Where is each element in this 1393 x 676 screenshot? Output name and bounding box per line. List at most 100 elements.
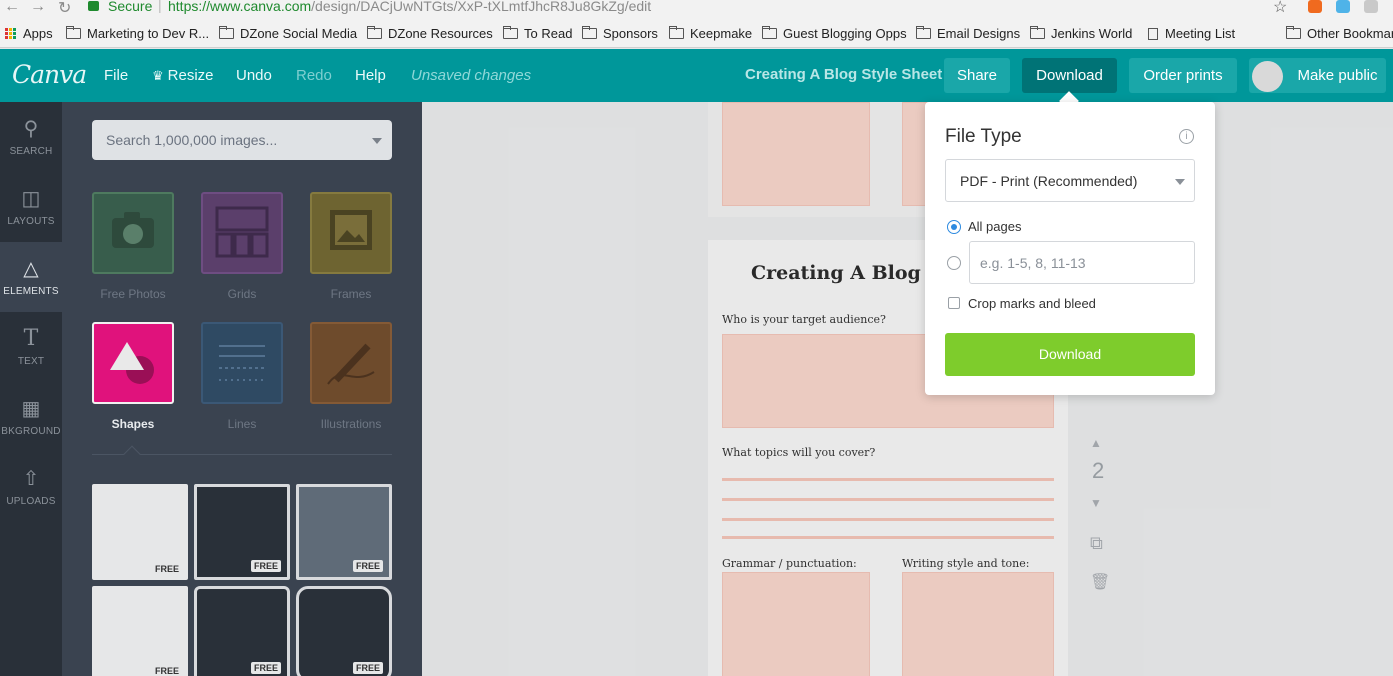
bookmark-page[interactable]: Meeting List <box>1148 26 1235 41</box>
answer-line[interactable] <box>722 478 1054 481</box>
download-button[interactable]: Download <box>1022 58 1117 93</box>
bookmark-folder[interactable]: Guest Blogging Opps <box>762 26 907 41</box>
help-menu[interactable]: Help <box>355 67 386 84</box>
text-box-placeholder[interactable] <box>722 102 870 206</box>
shapes-icon: △ <box>23 258 39 280</box>
bookmarks-bar: Apps Marketing to Dev R... DZone Social … <box>0 18 1393 48</box>
share-button[interactable]: Share <box>944 58 1010 93</box>
question-label[interactable]: Who is your target audience? <box>722 313 886 326</box>
rail-background[interactable]: ▦ BKGROUND <box>0 382 62 452</box>
chevron-down-icon[interactable] <box>372 138 382 144</box>
shape-tile[interactable]: FREE <box>194 586 290 676</box>
extension-icon[interactable] <box>1364 0 1378 13</box>
file-type-value: PDF - Print (Recommended) <box>960 173 1138 189</box>
avatar[interactable] <box>1252 61 1283 92</box>
free-badge: FREE <box>352 662 383 674</box>
category-free-photos[interactable] <box>92 192 174 274</box>
page-range-input[interactable] <box>969 241 1195 284</box>
save-status: Unsaved changes <box>411 67 532 84</box>
rail-elements[interactable]: △ ELEMENTS <box>0 242 62 312</box>
undo-button[interactable]: Undo <box>236 67 272 84</box>
bookmark-star-icon[interactable]: ☆ <box>1273 0 1287 17</box>
bookmark-apps[interactable]: Apps <box>5 26 53 41</box>
answer-box[interactable] <box>722 572 870 676</box>
answer-box[interactable] <box>902 572 1054 676</box>
bookmark-folder[interactable]: Email Designs <box>916 26 1020 41</box>
address-field[interactable]: https://www.canva.com/design/DACjUwNTGts… <box>168 0 651 14</box>
rail-search[interactable]: ⚲ SEARCH <box>0 102 62 172</box>
download-popover: File Type i PDF - Print (Recommended) Al… <box>925 102 1215 395</box>
resize-label: Resize <box>167 67 214 84</box>
bookmark-label: Keepmake <box>690 26 753 41</box>
extension-icon[interactable] <box>1336 0 1350 13</box>
file-menu[interactable]: File <box>104 67 128 84</box>
document-title[interactable]: Creating A Blog Style Sheet <box>745 66 942 83</box>
answer-line[interactable] <box>722 518 1054 521</box>
all-pages-radio[interactable] <box>947 220 961 234</box>
download-confirm-button[interactable]: Download <box>945 333 1195 376</box>
category-shapes[interactable] <box>92 322 174 404</box>
free-badge: FREE <box>250 662 281 674</box>
crop-marks-label[interactable]: Crop marks and bleed <box>968 296 1096 311</box>
folder-icon <box>582 26 597 39</box>
category-illustrations[interactable] <box>310 322 392 404</box>
bookmark-folder[interactable]: Jenkins World <box>1030 26 1132 41</box>
canva-logo[interactable]: Canva <box>12 60 87 89</box>
bookmark-folder[interactable]: DZone Resources <box>367 26 493 41</box>
category-grids[interactable] <box>201 192 283 274</box>
file-type-select[interactable]: PDF - Print (Recommended) <box>945 159 1195 202</box>
extension-icon[interactable] <box>1308 0 1322 13</box>
bookmark-folder[interactable]: To Read <box>503 26 572 41</box>
url-host: https://www.canva.com <box>168 0 312 14</box>
rail-text[interactable]: T TEXT <box>0 312 62 382</box>
category-lines[interactable] <box>201 322 283 404</box>
question-label[interactable]: Grammar / punctuation: <box>722 557 857 570</box>
copy-page-icon[interactable]: ⧉ <box>1090 533 1103 554</box>
bookmark-label: Jenkins World <box>1051 26 1133 41</box>
rail-layouts[interactable]: ◫ LAYOUTS <box>0 172 62 242</box>
page-range-radio[interactable] <box>947 256 961 270</box>
all-pages-label[interactable]: All pages <box>968 219 1021 234</box>
shape-tile[interactable]: FREE <box>194 484 290 580</box>
bookmark-label: To Read <box>524 26 573 41</box>
shape-tile[interactable]: FREE <box>92 586 188 676</box>
category-label: Frames <box>330 287 372 301</box>
shape-tile[interactable]: FREE <box>296 586 392 676</box>
redo-button[interactable]: Redo <box>296 67 332 84</box>
folder-icon <box>503 26 518 39</box>
question-label[interactable]: Writing style and tone: <box>902 557 1029 570</box>
category-frames[interactable] <box>310 192 392 274</box>
question-label[interactable]: What topics will you cover? <box>722 446 875 459</box>
bookmark-folder[interactable]: Marketing to Dev R... <box>66 26 209 41</box>
url-path: /design/DACjUwNTGts/XxP-tXLmtfJhcR8Ju8Gk… <box>311 0 652 14</box>
bookmark-label: Meeting List <box>1165 26 1236 41</box>
shape-tile[interactable]: FREE <box>296 484 392 580</box>
trash-icon[interactable]: 🗑 <box>1090 572 1110 592</box>
bookmark-folder[interactable]: Sponsors <box>582 26 658 41</box>
image-search-input[interactable]: Search 1,000,000 images... <box>92 120 392 160</box>
rail-label: UPLOADS <box>6 496 56 507</box>
order-prints-button[interactable]: Order prints <box>1129 58 1237 93</box>
rail-uploads[interactable]: ⇧ UPLOADS <box>0 452 62 522</box>
resize-menu[interactable]: ♛ Resize <box>152 67 214 84</box>
move-page-down-icon[interactable]: ▼ <box>1090 496 1102 510</box>
bookmark-folder[interactable]: Other Bookmarks <box>1286 26 1393 41</box>
forward-arrow-icon[interactable]: → <box>30 0 46 16</box>
background-icon: ▦ <box>21 398 41 420</box>
category-label: Free Photos <box>100 287 166 301</box>
left-rail: ⚲ SEARCH ◫ LAYOUTS △ ELEMENTS T TEXT ▦ B… <box>0 102 62 676</box>
rail-label: BKGROUND <box>1 426 61 437</box>
search-placeholder: Search 1,000,000 images... <box>106 132 278 148</box>
bookmark-folder[interactable]: Keepmake <box>669 26 752 41</box>
shape-tile[interactable]: FREE <box>92 484 188 580</box>
reload-icon[interactable]: ↻ <box>58 0 71 18</box>
answer-line[interactable] <box>722 536 1054 539</box>
document-heading[interactable]: Creating A Blog S <box>751 262 941 284</box>
info-icon[interactable]: i <box>1179 129 1194 144</box>
back-arrow-icon[interactable]: ← <box>4 0 20 16</box>
crop-marks-checkbox[interactable] <box>948 297 960 309</box>
move-page-up-icon[interactable]: ▲ <box>1090 436 1102 450</box>
folder-icon <box>66 26 81 39</box>
answer-line[interactable] <box>722 498 1054 501</box>
bookmark-folder[interactable]: DZone Social Media <box>219 26 357 41</box>
